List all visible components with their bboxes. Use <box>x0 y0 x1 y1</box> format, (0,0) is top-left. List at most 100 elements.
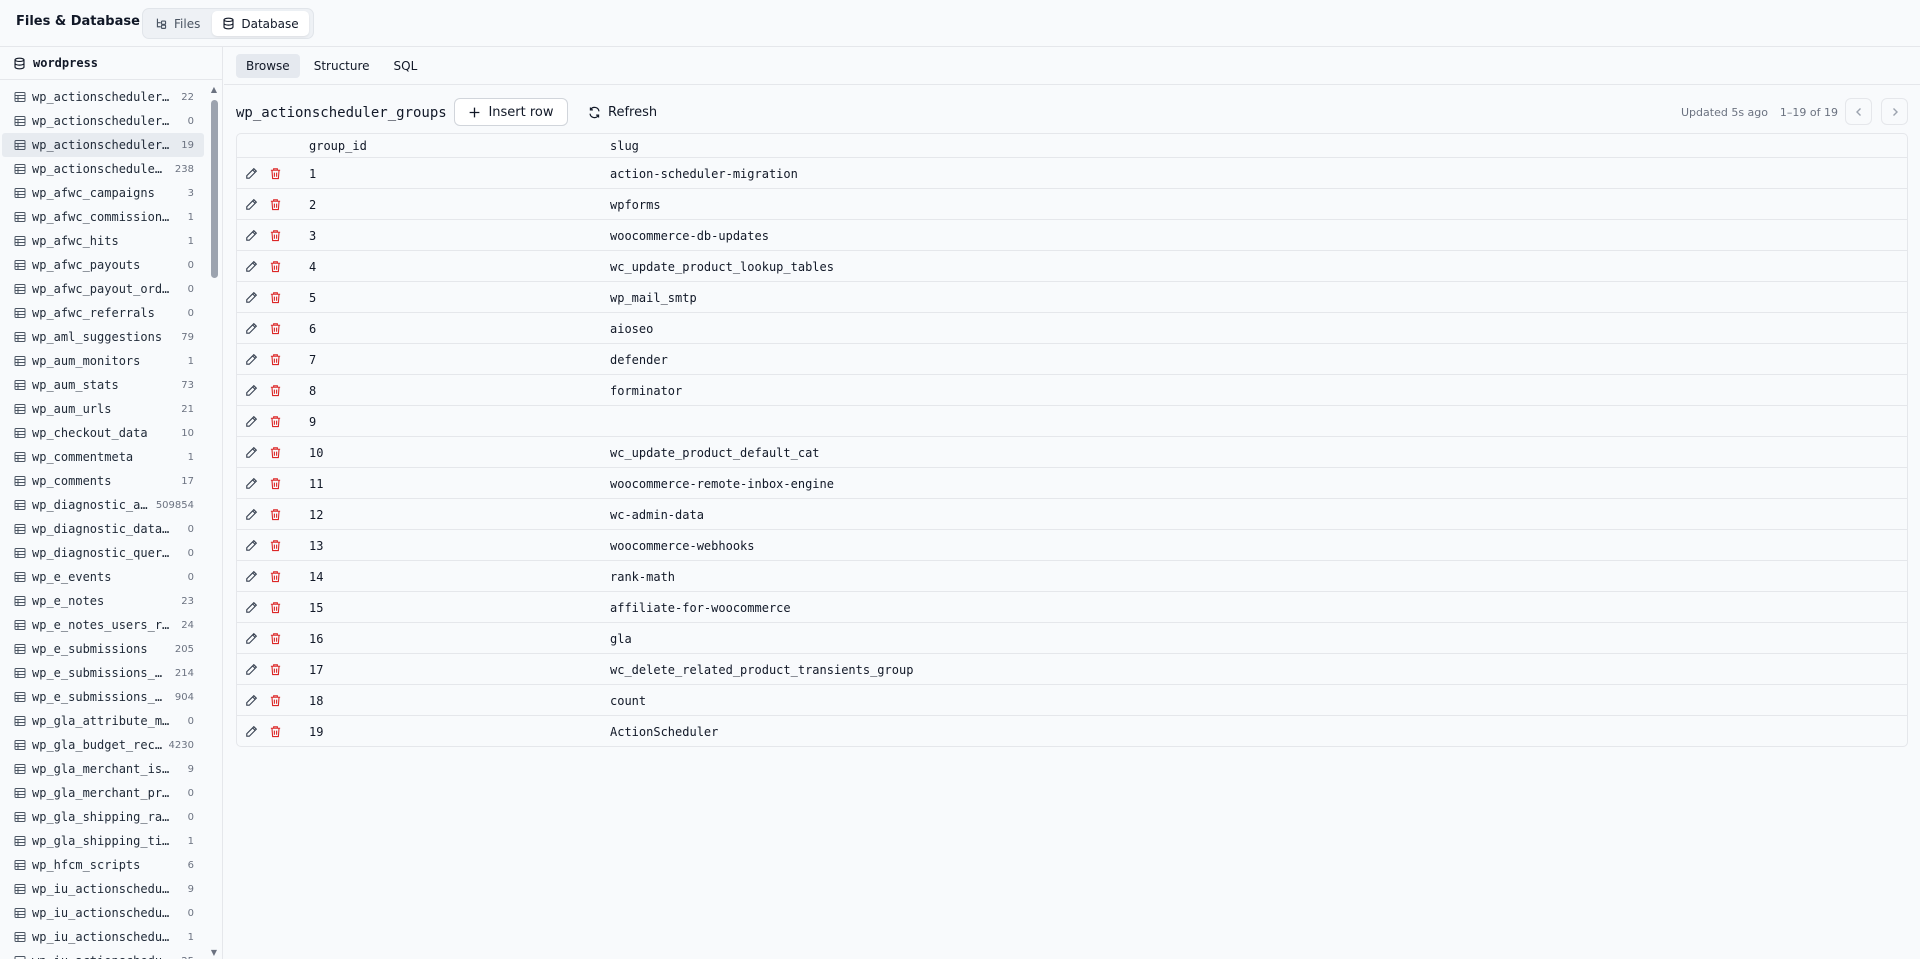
sidebar-scrollbar[interactable]: ▲ ▼ <box>208 86 220 957</box>
sidebar-table-item[interactable]: wp_comments 17 <box>2 469 204 493</box>
edit-icon[interactable] <box>245 725 258 738</box>
sidebar-table-item[interactable]: wp_aml_suggestions 79 <box>2 325 204 349</box>
table-row[interactable]: 15 affiliate-for-woocommerce <box>237 592 1907 623</box>
sidebar-table-item[interactable]: wp_diagnostic_data_items 0 <box>2 517 204 541</box>
edit-icon[interactable] <box>245 446 258 459</box>
edit-icon[interactable] <box>245 229 258 242</box>
table-row[interactable]: 18 count <box>237 685 1907 716</box>
sidebar-table-item[interactable]: wp_e_events 0 <box>2 565 204 589</box>
scroll-thumb[interactable] <box>211 100 218 278</box>
sidebar-table-item[interactable]: wp_gla_budget_recommendations 4230 <box>2 733 204 757</box>
delete-icon[interactable] <box>269 663 282 676</box>
delete-icon[interactable] <box>269 353 282 366</box>
edit-icon[interactable] <box>245 508 258 521</box>
delete-icon[interactable] <box>269 167 282 180</box>
table-row[interactable]: 12 wc-admin-data <box>237 499 1907 530</box>
edit-icon[interactable] <box>245 415 258 428</box>
sidebar-table-item[interactable]: wp_gla_merchant_price_benchmarks 0 <box>2 781 204 805</box>
sidebar-table-item[interactable]: wp_actionscheduler_groups 19 <box>2 133 204 157</box>
edit-icon[interactable] <box>245 539 258 552</box>
insert-row-button[interactable]: Insert row <box>454 98 568 126</box>
sidebar-table-item[interactable]: wp_afwc_payout_orders 0 <box>2 277 204 301</box>
table-row[interactable]: 3 woocommerce-db-updates <box>237 220 1907 251</box>
table-row[interactable]: 4 wc_update_product_lookup_tables <box>237 251 1907 282</box>
sidebar-table-item[interactable]: wp_checkout_data 10 <box>2 421 204 445</box>
table-row[interactable]: 7 defender <box>237 344 1907 375</box>
table-row[interactable]: 1 action-scheduler-migration <box>237 158 1907 189</box>
table-row[interactable]: 8 forminator <box>237 375 1907 406</box>
table-row[interactable]: 2 wpforms <box>237 189 1907 220</box>
sidebar-table-item[interactable]: wp_e_submissions_values 904 <box>2 685 204 709</box>
edit-icon[interactable] <box>245 322 258 335</box>
sidebar-table-item[interactable]: wp_e_submissions_actions_log 214 <box>2 661 204 685</box>
sidebar-table-item[interactable]: wp_aum_urls 21 <box>2 397 204 421</box>
next-page-button[interactable] <box>1881 98 1908 125</box>
sidebar-table-item[interactable]: wp_afwc_commission_plans 1 <box>2 205 204 229</box>
edit-icon[interactable] <box>245 260 258 273</box>
delete-icon[interactable] <box>269 384 282 397</box>
sidebar-table-item[interactable]: wp_iu_actionscheduler_actions 9 <box>2 877 204 901</box>
table-row[interactable]: 5 wp_mail_smtp <box>237 282 1907 313</box>
delete-icon[interactable] <box>269 570 282 583</box>
edit-icon[interactable] <box>245 601 258 614</box>
sidebar-table-item[interactable]: wp_e_submissions 205 <box>2 637 204 661</box>
table-row[interactable]: 19 ActionScheduler <box>237 716 1907 746</box>
delete-icon[interactable] <box>269 632 282 645</box>
sidebar-table-item[interactable]: wp_hfcm_scripts 6 <box>2 853 204 877</box>
delete-icon[interactable] <box>269 539 282 552</box>
sidebar-table-item[interactable]: wp_afwc_payouts 0 <box>2 253 204 277</box>
prev-page-button[interactable] <box>1845 98 1872 125</box>
delete-icon[interactable] <box>269 260 282 273</box>
sidebar-table-item[interactable]: wp_actionscheduler_logs 238 <box>2 157 204 181</box>
edit-icon[interactable] <box>245 477 258 490</box>
sidebar-table-item[interactable]: wp_e_notes 23 <box>2 589 204 613</box>
sidebar-table-item[interactable]: wp_gla_merchant_issues 9 <box>2 757 204 781</box>
sidebar-table-item[interactable]: wp_afwc_referrals 0 <box>2 301 204 325</box>
table-row[interactable]: 9 <box>237 406 1907 437</box>
refresh-button[interactable]: Refresh <box>588 98 670 126</box>
delete-icon[interactable] <box>269 198 282 211</box>
column-header-slug[interactable]: slug <box>610 139 639 153</box>
sidebar-table-item[interactable]: wp_afwc_campaigns 3 <box>2 181 204 205</box>
delete-icon[interactable] <box>269 477 282 490</box>
table-row[interactable]: 14 rank-math <box>237 561 1907 592</box>
database-header[interactable]: wordpress <box>0 47 222 80</box>
scroll-down-arrow-icon[interactable]: ▼ <box>210 949 218 957</box>
table-row[interactable]: 17 wc_delete_related_product_transients_g… <box>237 654 1907 685</box>
sidebar-table-item[interactable]: wp_aum_monitors 1 <box>2 349 204 373</box>
edit-icon[interactable] <box>245 570 258 583</box>
tab-sql[interactable]: SQL <box>384 54 428 78</box>
tab-structure[interactable]: Structure <box>304 54 380 78</box>
sidebar-table-item[interactable]: wp_actionscheduler_actions 22 <box>2 85 204 109</box>
edit-icon[interactable] <box>245 632 258 645</box>
sidebar-table-item[interactable]: wp_e_notes_users_relations 24 <box>2 613 204 637</box>
scroll-up-arrow-icon[interactable]: ▲ <box>210 86 218 94</box>
delete-icon[interactable] <box>269 322 282 335</box>
sidebar-table-item[interactable]: wp_iu_actionscheduler_groups 1 <box>2 925 204 949</box>
delete-icon[interactable] <box>269 446 282 459</box>
edit-icon[interactable] <box>245 291 258 304</box>
sidebar-table-item[interactable]: wp_diagnostic_actions 509854 <box>2 493 204 517</box>
edit-icon[interactable] <box>245 694 258 707</box>
delete-icon[interactable] <box>269 601 282 614</box>
delete-icon[interactable] <box>269 694 282 707</box>
table-row[interactable]: 10 wc_update_product_default_cat <box>237 437 1907 468</box>
edit-icon[interactable] <box>245 353 258 366</box>
table-row[interactable]: 11 woocommerce-remote-inbox-engine <box>237 468 1907 499</box>
sidebar-table-item[interactable]: wp_aum_stats 73 <box>2 373 204 397</box>
sidebar-table-item[interactable]: wp_gla_attribute_mapping_rules 0 <box>2 709 204 733</box>
delete-icon[interactable] <box>269 415 282 428</box>
delete-icon[interactable] <box>269 229 282 242</box>
tab-browse[interactable]: Browse <box>236 53 300 78</box>
tab-files[interactable]: Files <box>145 11 210 36</box>
table-row[interactable]: 6 aioseo <box>237 313 1907 344</box>
edit-icon[interactable] <box>245 384 258 397</box>
sidebar-table-item[interactable]: wp_actionscheduler_claims 0 <box>2 109 204 133</box>
sidebar-table-item[interactable]: wp_gla_shipping_times 1 <box>2 829 204 853</box>
edit-icon[interactable] <box>245 198 258 211</box>
sidebar-table-item[interactable]: wp_afwc_hits 1 <box>2 229 204 253</box>
edit-icon[interactable] <box>245 663 258 676</box>
delete-icon[interactable] <box>269 725 282 738</box>
delete-icon[interactable] <box>269 291 282 304</box>
sidebar-table-item[interactable]: wp_diagnostic_queries 0 <box>2 541 204 565</box>
